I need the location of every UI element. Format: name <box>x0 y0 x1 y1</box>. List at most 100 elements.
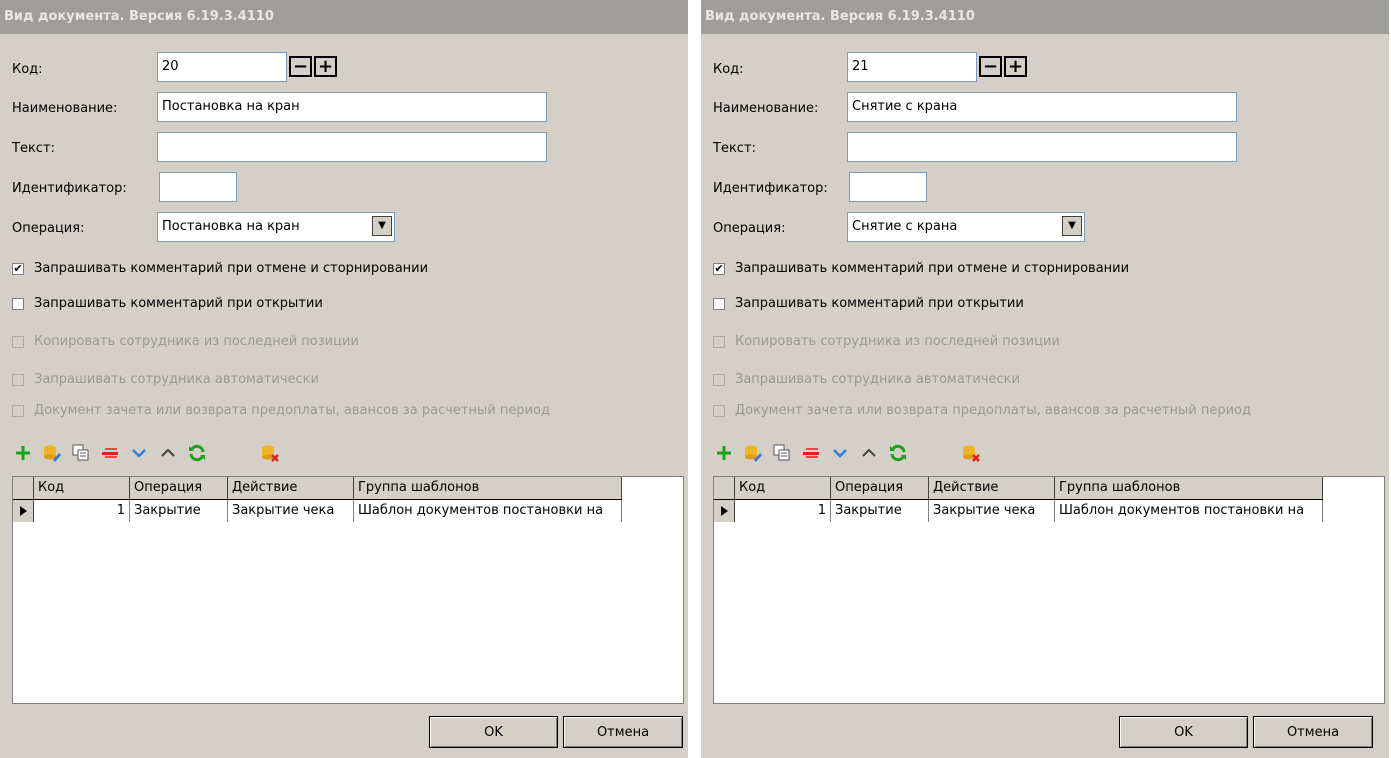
name-field[interactable]: Снятие с крана <box>847 92 1237 122</box>
checkbox-label: Запрашивать сотрудника автоматически <box>735 372 1020 387</box>
checkbox-prepayment-document: Документ зачета или возврата предоплаты,… <box>713 403 1251 418</box>
column-header[interactable]: Действие <box>929 477 1055 499</box>
name-label: Наименование: <box>12 101 118 116</box>
checkbox-comment-on-cancel[interactable]: ✔ Запрашивать комментарий при отмене и с… <box>713 261 1129 276</box>
column-header[interactable]: Группа шаблонов <box>354 477 622 499</box>
checkbox-disabled-icon <box>12 335 24 348</box>
grid-cell[interactable]: Шаблон документов постановки на <box>1055 500 1323 522</box>
text-field[interactable] <box>847 132 1237 162</box>
grid-toolbar <box>713 440 989 466</box>
copy-icon[interactable] <box>771 442 793 464</box>
grid-cell[interactable]: Закрытие <box>130 500 228 522</box>
decrement-button[interactable]: − <box>979 56 1002 77</box>
delete-icon[interactable] <box>99 442 121 464</box>
checkbox-prepayment-document: Документ зачета или возврата предоплаты,… <box>12 403 550 418</box>
grid-cell[interactable]: Закрытие <box>831 500 929 522</box>
checkbox-label: Запрашивать комментарий при отмене и сто… <box>735 261 1130 276</box>
column-header[interactable]: Действие <box>228 477 354 499</box>
name-field[interactable]: Постановка на кран <box>157 92 547 122</box>
increment-button[interactable]: + <box>314 56 337 77</box>
clear-icon[interactable] <box>960 442 982 464</box>
checkbox-copy-employee: Копировать сотрудника из последней позиц… <box>713 334 1060 349</box>
identifier-label: Идентификатор: <box>713 181 828 196</box>
checkbox-comment-on-open[interactable]: Запрашивать комментарий при открытии <box>713 296 1024 311</box>
checkbox-label: Запрашивать комментарий при открытии <box>735 296 1024 311</box>
refresh-icon[interactable] <box>887 442 909 464</box>
operations-grid[interactable]: Код Операция Действие Группа шаблонов 1 … <box>713 476 1385 704</box>
checkbox-disabled-icon <box>713 373 725 386</box>
document-type-dialog: Вид документа. Версия 6.19.3.4110 Код: 2… <box>0 0 688 758</box>
grid-header: Код Операция Действие Группа шаблонов <box>13 477 622 500</box>
code-label: Код: <box>713 62 744 77</box>
checkbox-unchecked-icon[interactable] <box>713 297 725 310</box>
checkbox-disabled-icon <box>12 404 24 417</box>
decrement-button[interactable]: − <box>289 56 312 77</box>
add-icon[interactable] <box>713 442 735 464</box>
column-header[interactable]: Группа шаблонов <box>1055 477 1323 499</box>
edit-icon[interactable] <box>742 442 764 464</box>
edit-icon[interactable] <box>41 442 63 464</box>
operations-grid[interactable]: Код Операция Действие Группа шаблонов 1 … <box>12 476 684 704</box>
operation-select[interactable]: Постановка на кран ▼ <box>157 212 395 242</box>
grid-cell[interactable]: Шаблон документов постановки на <box>354 500 622 522</box>
checkbox-label: Копировать сотрудника из последней позиц… <box>735 334 1060 349</box>
grid-cell[interactable]: Закрытие чека <box>228 500 354 522</box>
move-up-icon[interactable] <box>157 442 179 464</box>
checkbox-unchecked-icon[interactable] <box>12 297 24 310</box>
dropdown-arrow-icon[interactable]: ▼ <box>372 216 392 236</box>
row-indicator-header <box>714 477 735 499</box>
document-type-dialog: Вид документа. Версия 6.19.3.4110 Код: 2… <box>701 0 1389 758</box>
checkbox-label: Копировать сотрудника из последней позиц… <box>34 334 359 349</box>
current-row-icon <box>714 500 735 522</box>
increment-button[interactable]: + <box>1004 56 1027 77</box>
move-down-icon[interactable] <box>128 442 150 464</box>
identifier-field[interactable] <box>849 172 927 202</box>
name-label: Наименование: <box>713 101 819 116</box>
ok-button[interactable]: OK <box>429 716 558 748</box>
clear-icon[interactable] <box>259 442 281 464</box>
checkbox-checked-icon[interactable]: ✔ <box>12 262 24 275</box>
text-field[interactable] <box>157 132 547 162</box>
grid-toolbar <box>12 440 288 466</box>
operation-label: Операция: <box>12 221 85 236</box>
checkbox-disabled-icon <box>12 373 24 386</box>
column-header[interactable]: Код <box>34 477 130 499</box>
identifier-field[interactable] <box>159 172 237 202</box>
code-label: Код: <box>12 62 43 77</box>
identifier-label: Идентификатор: <box>12 181 127 196</box>
refresh-icon[interactable] <box>186 442 208 464</box>
checkbox-label: Запрашивать комментарий при отмене и сто… <box>34 261 429 276</box>
text-label: Текст: <box>12 141 55 156</box>
text-label: Текст: <box>713 141 756 156</box>
move-down-icon[interactable] <box>829 442 851 464</box>
code-field[interactable]: 21 <box>847 52 977 82</box>
dropdown-arrow-icon[interactable]: ▼ <box>1062 216 1082 236</box>
checkbox-comment-on-open[interactable]: Запрашивать комментарий при открытии <box>12 296 323 311</box>
checkbox-label: Запрашивать комментарий при открытии <box>34 296 323 311</box>
checkbox-comment-on-cancel[interactable]: ✔ Запрашивать комментарий при отмене и с… <box>12 261 428 276</box>
column-header[interactable]: Операция <box>831 477 929 499</box>
column-header[interactable]: Код <box>735 477 831 499</box>
grid-cell[interactable]: Закрытие чека <box>929 500 1055 522</box>
copy-icon[interactable] <box>70 442 92 464</box>
operation-select-value: Снятие с крана <box>852 219 958 234</box>
checkbox-ask-employee: Запрашивать сотрудника автоматически <box>713 372 1020 387</box>
cancel-button[interactable]: Отмена <box>1253 716 1373 748</box>
code-field[interactable]: 20 <box>157 52 287 82</box>
add-icon[interactable] <box>12 442 34 464</box>
table-row[interactable]: 1 Закрытие Закрытие чека Шаблон документ… <box>13 500 622 522</box>
checkbox-label: Документ зачета или возврата предоплаты,… <box>735 403 1251 418</box>
ok-button[interactable]: OK <box>1119 716 1248 748</box>
checkbox-disabled-icon <box>713 404 725 417</box>
checkbox-ask-employee: Запрашивать сотрудника автоматически <box>12 372 319 387</box>
current-row-icon <box>13 500 34 522</box>
move-up-icon[interactable] <box>858 442 880 464</box>
operation-select[interactable]: Снятие с крана ▼ <box>847 212 1085 242</box>
column-header[interactable]: Операция <box>130 477 228 499</box>
checkbox-checked-icon[interactable]: ✔ <box>713 262 725 275</box>
table-row[interactable]: 1 Закрытие Закрытие чека Шаблон документ… <box>714 500 1323 522</box>
grid-cell[interactable]: 1 <box>735 500 831 522</box>
delete-icon[interactable] <box>800 442 822 464</box>
cancel-button[interactable]: Отмена <box>563 716 683 748</box>
grid-cell[interactable]: 1 <box>34 500 130 522</box>
